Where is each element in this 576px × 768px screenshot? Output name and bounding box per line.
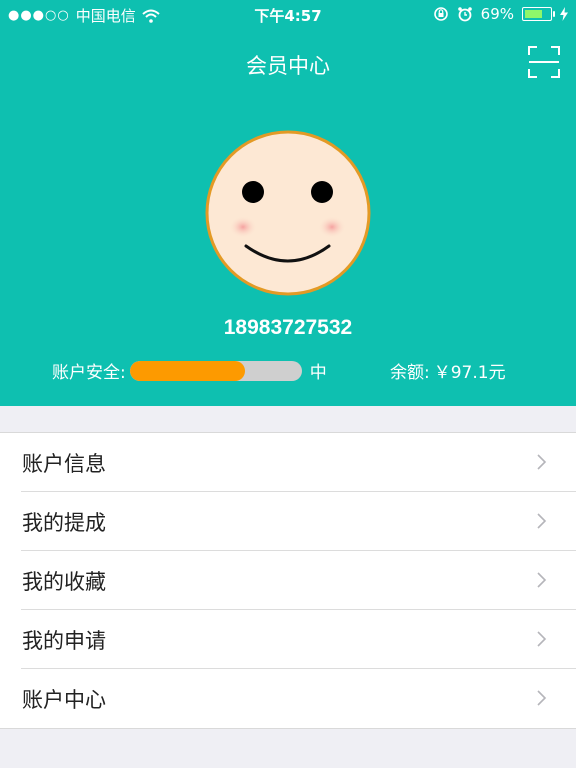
smiley-avatar[interactable] [205,130,371,296]
account-balance: 余额: ￥97.1元 [390,358,506,383]
menu-item-label: 我的收藏 [22,569,106,594]
menu-list: 账户信息我的提成我的收藏我的申请账户中心 [0,432,576,729]
balance-value: ￥97.1元 [433,363,506,383]
profile-header: ●●●○○ 中国电信 下午4:57 69% 会员中心 18983727532 账… [0,0,576,406]
account-security: 账户安全: 中 [52,358,327,383]
battery-icon [522,7,555,21]
battery-percent: 69% [480,5,514,23]
menu-item-label: 我的提成 [22,510,106,535]
security-progress-fill [129,360,245,381]
alarm-icon [457,7,472,22]
charging-bolt-icon [560,7,568,21]
chevron-right-icon [537,513,547,529]
status-bar: ●●●○○ 中国电信 下午4:57 69% [0,0,576,30]
menu-item[interactable]: 我的收藏 [0,550,576,610]
security-progress-bar [129,360,302,381]
divider [21,491,576,492]
menu-item-label: 账户信息 [22,451,106,476]
chevron-right-icon [537,572,547,588]
divider [21,550,576,551]
chevron-right-icon [537,690,547,706]
divider [21,668,576,669]
menu-item-label: 我的申请 [22,628,106,653]
security-label: 账户安全: [52,363,126,383]
balance-label: 余额: [390,363,430,383]
chevron-right-icon [537,454,547,470]
chevron-right-icon [537,631,547,647]
rotation-lock-icon [433,7,448,21]
menu-item-label: 账户中心 [22,687,106,712]
security-level: 中 [309,363,327,383]
scan-icon[interactable] [528,46,560,78]
user-phone-number: 18983727532 [223,316,353,339]
menu-item[interactable]: 我的申请 [0,609,576,669]
menu-item[interactable]: 账户中心 [0,668,576,728]
page-title: 会员中心 [246,54,330,78]
menu-item[interactable]: 账户信息 [0,433,576,492]
menu-item[interactable]: 我的提成 [0,491,576,551]
divider [21,609,576,610]
